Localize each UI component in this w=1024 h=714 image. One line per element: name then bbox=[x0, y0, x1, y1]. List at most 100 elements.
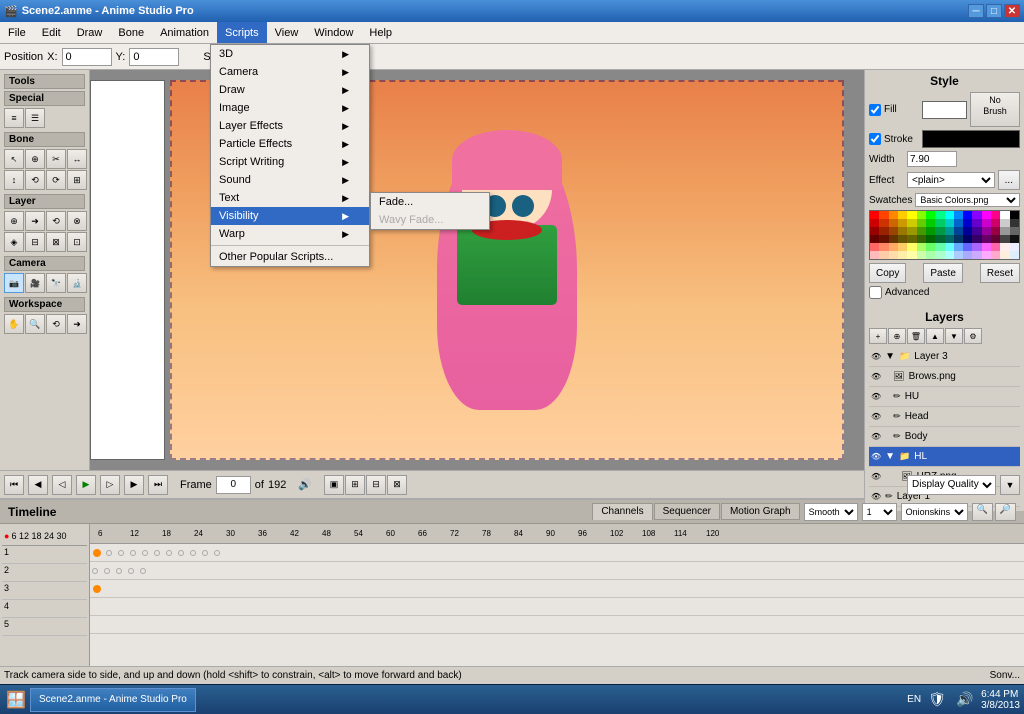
interpolation-select[interactable]: Smooth bbox=[804, 503, 858, 521]
swatch-cell-15[interactable] bbox=[1010, 211, 1019, 219]
swatch-cell-61[interactable] bbox=[991, 235, 1000, 243]
swatch-cell-8[interactable] bbox=[945, 211, 954, 219]
layer-tool-8[interactable]: ⊡ bbox=[67, 232, 87, 252]
menu-scripts-image[interactable]: Image ▶ bbox=[211, 99, 369, 117]
frame-input[interactable] bbox=[216, 476, 251, 494]
ws-tool-3[interactable]: ⟲ bbox=[46, 314, 66, 334]
menu-scripts-3d[interactable]: 3D ▶ bbox=[211, 45, 369, 63]
swatch-cell-36[interactable] bbox=[907, 227, 916, 235]
swatch-cell-55[interactable] bbox=[935, 235, 944, 243]
paste-button[interactable]: Paste bbox=[923, 263, 963, 283]
tab-motion-graph[interactable]: Motion Graph bbox=[721, 503, 800, 520]
x-input[interactable] bbox=[62, 48, 112, 66]
advanced-checkbox[interactable] bbox=[869, 286, 882, 299]
bone-tool-8[interactable]: ⊞ bbox=[67, 170, 87, 190]
copy-button[interactable]: Copy bbox=[869, 263, 906, 283]
bone-tool-3[interactable]: ✂ bbox=[46, 149, 66, 169]
prev-frame-button[interactable]: ◀ bbox=[28, 475, 48, 495]
swatch-cell-80[interactable] bbox=[870, 251, 879, 259]
swatch-cell-54[interactable] bbox=[926, 235, 935, 243]
swatch-cell-24[interactable] bbox=[945, 219, 954, 227]
swatch-cell-83[interactable] bbox=[898, 251, 907, 259]
swatch-cell-69[interactable] bbox=[917, 243, 926, 251]
view-mode-1[interactable]: ▣ bbox=[324, 475, 344, 495]
menu-scripts-sound[interactable]: Sound ▶ bbox=[211, 171, 369, 189]
bone-tool-7[interactable]: ⟳ bbox=[46, 170, 66, 190]
swatch-cell-72[interactable] bbox=[945, 243, 954, 251]
swatch-cell-76[interactable] bbox=[982, 243, 991, 251]
swatch-cell-60[interactable] bbox=[982, 235, 991, 243]
layer-tool-7[interactable]: ⊠ bbox=[46, 232, 66, 252]
bone-tool-1[interactable]: ↖ bbox=[4, 149, 24, 169]
zoom-out-button[interactable]: 🔎 bbox=[995, 503, 1016, 521]
swatch-cell-14[interactable] bbox=[1000, 211, 1009, 219]
swatch-cell-31[interactable] bbox=[1010, 219, 1019, 227]
layer-tool-4[interactable]: ⊗ bbox=[67, 211, 87, 231]
swatch-cell-7[interactable] bbox=[935, 211, 944, 219]
title-bar-controls[interactable]: ─ □ ✕ bbox=[968, 4, 1020, 18]
tab-sequencer[interactable]: Sequencer bbox=[654, 503, 720, 520]
swatch-cell-38[interactable] bbox=[926, 227, 935, 235]
swatch-cell-21[interactable] bbox=[917, 219, 926, 227]
swatch-cell-93[interactable] bbox=[991, 251, 1000, 259]
menu-scripts-layer-effects[interactable]: Layer Effects ▶ bbox=[211, 117, 369, 135]
swatch-cell-35[interactable] bbox=[898, 227, 907, 235]
swatch-cell-27[interactable] bbox=[972, 219, 981, 227]
swatch-cell-17[interactable] bbox=[879, 219, 888, 227]
swatch-cell-59[interactable] bbox=[972, 235, 981, 243]
swatches-file-select[interactable]: Basic Colors.png bbox=[915, 193, 1020, 207]
reset-button[interactable]: Reset bbox=[980, 263, 1020, 283]
swatch-cell-23[interactable] bbox=[935, 219, 944, 227]
swatch-cell-28[interactable] bbox=[982, 219, 991, 227]
layer-item-hl[interactable]: 👁 ▼ 📁 HL bbox=[869, 447, 1020, 467]
menu-edit[interactable]: Edit bbox=[34, 22, 69, 43]
swatch-cell-91[interactable] bbox=[972, 251, 981, 259]
swatch-cell-6[interactable] bbox=[926, 211, 935, 219]
layer-move-down-button[interactable]: ▼ bbox=[945, 328, 963, 344]
swatch-cell-57[interactable] bbox=[954, 235, 963, 243]
next-keyframe-button[interactable]: ▷ bbox=[100, 475, 120, 495]
swatch-cell-75[interactable] bbox=[972, 243, 981, 251]
swatch-cell-73[interactable] bbox=[954, 243, 963, 251]
layer-item-brows[interactable]: 👁 🖼 Brows.png bbox=[869, 367, 1020, 387]
swatch-cell-58[interactable] bbox=[963, 235, 972, 243]
swatch-cell-25[interactable] bbox=[954, 219, 963, 227]
swatch-cell-11[interactable] bbox=[972, 211, 981, 219]
camera-tool-1[interactable]: 📷 bbox=[4, 273, 24, 293]
menu-animation[interactable]: Animation bbox=[152, 22, 217, 43]
onion-skins-select[interactable]: Onionskins bbox=[901, 503, 968, 521]
layer-add-button[interactable]: + bbox=[869, 328, 887, 344]
quality-arrow[interactable]: ▼ bbox=[1000, 475, 1020, 495]
layer-item-head[interactable]: 👁 ✏ Head bbox=[869, 407, 1020, 427]
swatch-cell-29[interactable] bbox=[991, 219, 1000, 227]
minimize-button[interactable]: ─ bbox=[968, 4, 984, 18]
swatch-cell-22[interactable] bbox=[926, 219, 935, 227]
menu-scripts-camera[interactable]: Camera ▶ bbox=[211, 63, 369, 81]
close-button[interactable]: ✕ bbox=[1004, 4, 1020, 18]
swatch-cell-53[interactable] bbox=[917, 235, 926, 243]
swatch-cell-34[interactable] bbox=[889, 227, 898, 235]
swatch-cell-2[interactable] bbox=[889, 211, 898, 219]
layer-delete-button[interactable]: 🗑 bbox=[907, 328, 925, 344]
layer-tool-3[interactable]: ⟲ bbox=[46, 211, 66, 231]
swatch-cell-85[interactable] bbox=[917, 251, 926, 259]
zoom-in-button[interactable]: 🔍 bbox=[972, 503, 993, 521]
menu-scripts[interactable]: Scripts bbox=[217, 22, 267, 43]
menu-view[interactable]: View bbox=[267, 22, 307, 43]
menu-help[interactable]: Help bbox=[361, 22, 400, 43]
swatch-cell-51[interactable] bbox=[898, 235, 907, 243]
bone-tool-6[interactable]: ⟲ bbox=[25, 170, 45, 190]
camera-tool-4[interactable]: 🔬 bbox=[67, 273, 87, 293]
swatch-cell-33[interactable] bbox=[879, 227, 888, 235]
bone-tool-4[interactable]: ↔ bbox=[67, 149, 87, 169]
swatch-cell-12[interactable] bbox=[982, 211, 991, 219]
swatch-cell-20[interactable] bbox=[907, 219, 916, 227]
camera-tool-2[interactable]: 🎥 bbox=[25, 273, 45, 293]
swatch-cell-74[interactable] bbox=[963, 243, 972, 251]
swatch-cell-13[interactable] bbox=[991, 211, 1000, 219]
layer-item-layer3[interactable]: 👁 ▼ 📁 Layer 3 bbox=[869, 347, 1020, 367]
prev-keyframe-button[interactable]: ◁ bbox=[52, 475, 72, 495]
last-frame-button[interactable]: ⏭ bbox=[148, 475, 168, 495]
special-tool-2[interactable]: ☰ bbox=[25, 108, 45, 128]
swatch-cell-4[interactable] bbox=[907, 211, 916, 219]
